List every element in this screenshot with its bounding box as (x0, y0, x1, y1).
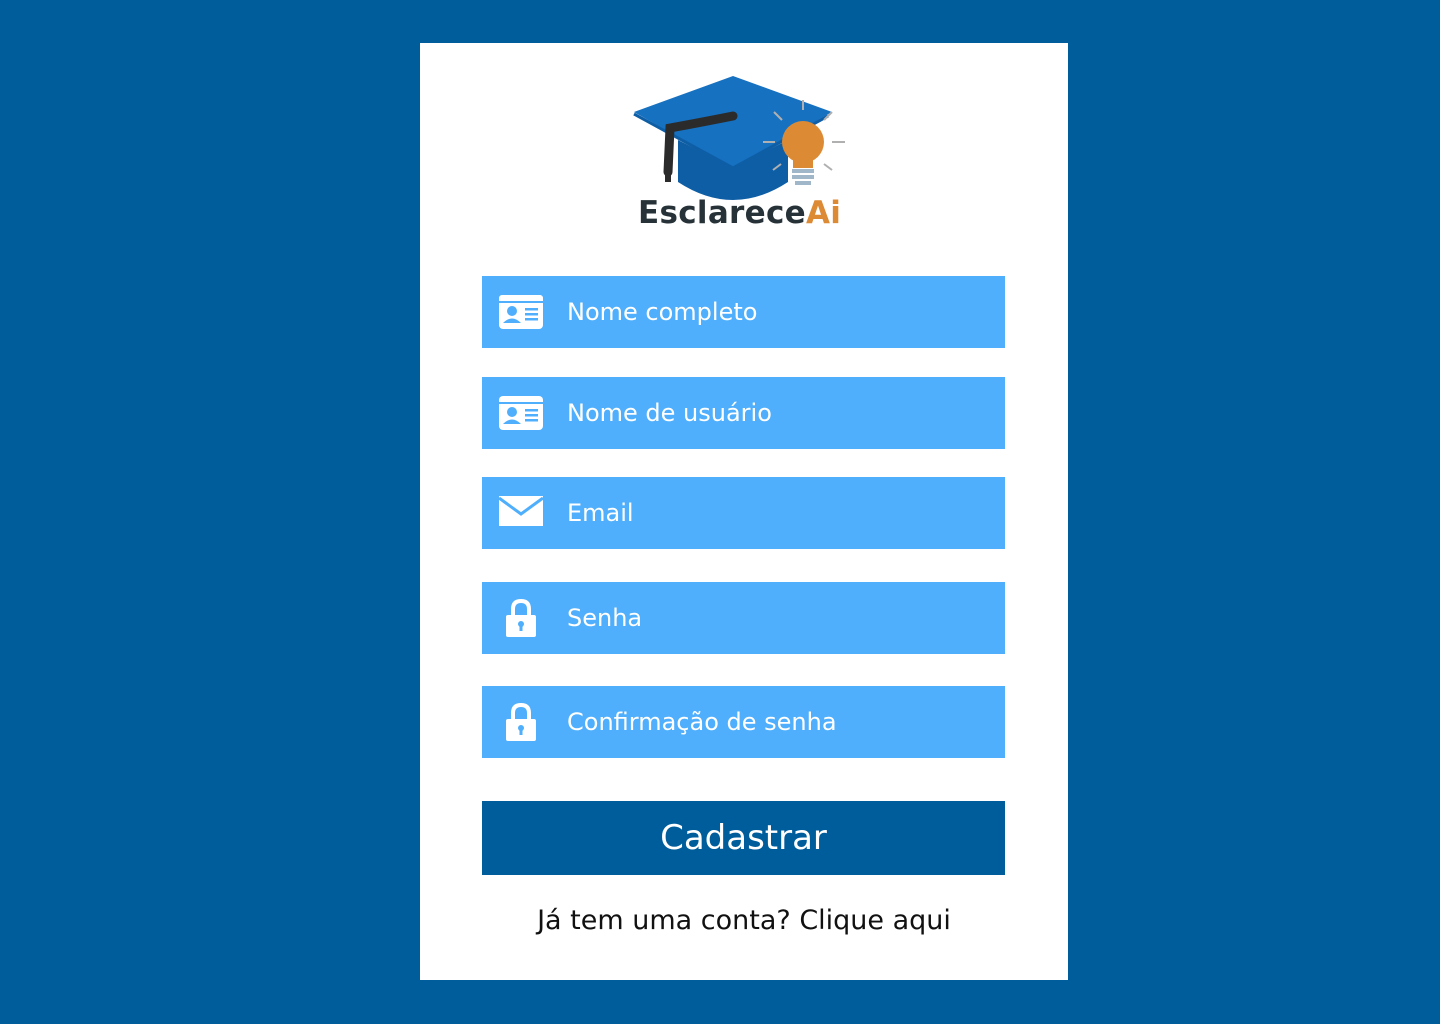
envelope-icon (498, 491, 544, 531)
full-name-placeholder: Nome completo (567, 298, 758, 326)
login-prompt-text: Já tem uma conta? (537, 905, 791, 936)
password-input[interactable]: Senha (482, 582, 1005, 654)
lock-icon (498, 702, 544, 742)
username-placeholder: Nome de usuário (567, 399, 772, 427)
email-placeholder: Email (567, 499, 634, 527)
confirm-password-placeholder: Confirmação de senha (567, 708, 837, 736)
brand-name-accent: Ai (805, 195, 842, 231)
brand-name-main: Esclarece (638, 195, 806, 231)
email-input[interactable]: Email (482, 477, 1005, 549)
register-button[interactable]: Cadastrar (482, 801, 1005, 875)
password-placeholder: Senha (567, 604, 643, 632)
lock-icon (498, 598, 544, 638)
id-card-icon (498, 292, 544, 332)
username-input[interactable]: Nome de usuário (482, 377, 1005, 449)
login-prompt: Já tem uma conta? Clique aqui (420, 905, 1068, 936)
brand-wordmark: EsclareceAi (638, 198, 841, 229)
id-card-icon (498, 393, 544, 433)
confirm-password-input[interactable]: Confirmação de senha (482, 686, 1005, 758)
full-name-input[interactable]: Nome completo (482, 276, 1005, 348)
login-link[interactable]: Clique aqui (799, 905, 951, 936)
